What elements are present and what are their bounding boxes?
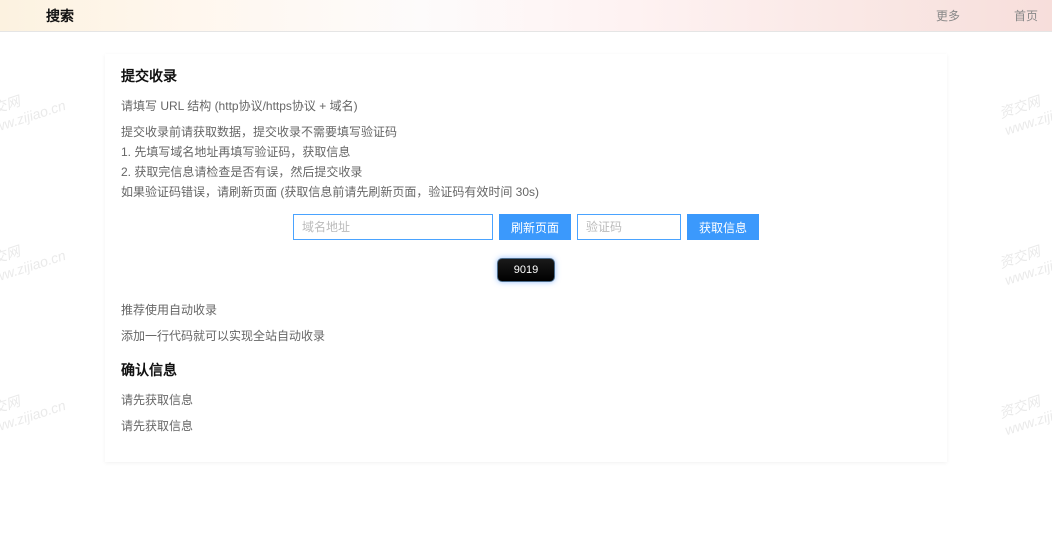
- auto-include-reco-2: 添加一行代码就可以实现全站自动收录: [121, 326, 931, 346]
- url-structure-hint: 请填写 URL 结构 (http协议/https协议 + 域名): [121, 96, 931, 116]
- confirm-info-2: 请先获取信息: [121, 416, 931, 436]
- captcha-input[interactable]: [577, 214, 681, 240]
- watermark: 资交网 www.zijiao.cn: [0, 378, 68, 438]
- submit-form-row: 刷新页面 获取信息: [121, 214, 931, 240]
- auto-include-reco-1: 推荐使用自动收录: [121, 300, 931, 320]
- watermark: 资交网 www.zijiao.cn: [996, 378, 1052, 438]
- watermark: 资交网 www.zijiao.cn: [996, 78, 1052, 138]
- watermark: 资交网 www.zijiao.cn: [996, 228, 1052, 288]
- brand-title: 搜索: [46, 6, 74, 26]
- refresh-button[interactable]: 刷新页面: [499, 214, 571, 240]
- watermark: 资交网 www.zijiao.cn: [0, 78, 68, 138]
- top-nav: 搜索 更多 首页: [0, 0, 1052, 32]
- domain-input[interactable]: [293, 214, 493, 240]
- nav-more[interactable]: 更多: [936, 7, 960, 24]
- section-title-submit: 提交收录: [121, 66, 931, 86]
- captcha-toast: 9019: [497, 258, 555, 282]
- step-2: 2. 获取完信息请检查是否有误，然后提交收录: [121, 162, 931, 182]
- fetch-info-button[interactable]: 获取信息: [687, 214, 759, 240]
- nav-home[interactable]: 首页: [1014, 7, 1038, 24]
- watermark: 资交网 www.zijiao.cn: [0, 228, 68, 288]
- main-card: 提交收录 请填写 URL 结构 (http协议/https协议 + 域名) 提交…: [105, 54, 947, 462]
- section-title-confirm: 确认信息: [121, 360, 931, 380]
- pre-fetch-hint: 提交收录前请获取数据，提交收录不需要填写验证码: [121, 122, 931, 142]
- confirm-info-1: 请先获取信息: [121, 390, 931, 410]
- step-1: 1. 先填写域名地址再填写验证码，获取信息: [121, 142, 931, 162]
- captcha-error-hint: 如果验证码错误，请刷新页面 (获取信息前请先刷新页面，验证码有效时间 30s): [121, 182, 931, 202]
